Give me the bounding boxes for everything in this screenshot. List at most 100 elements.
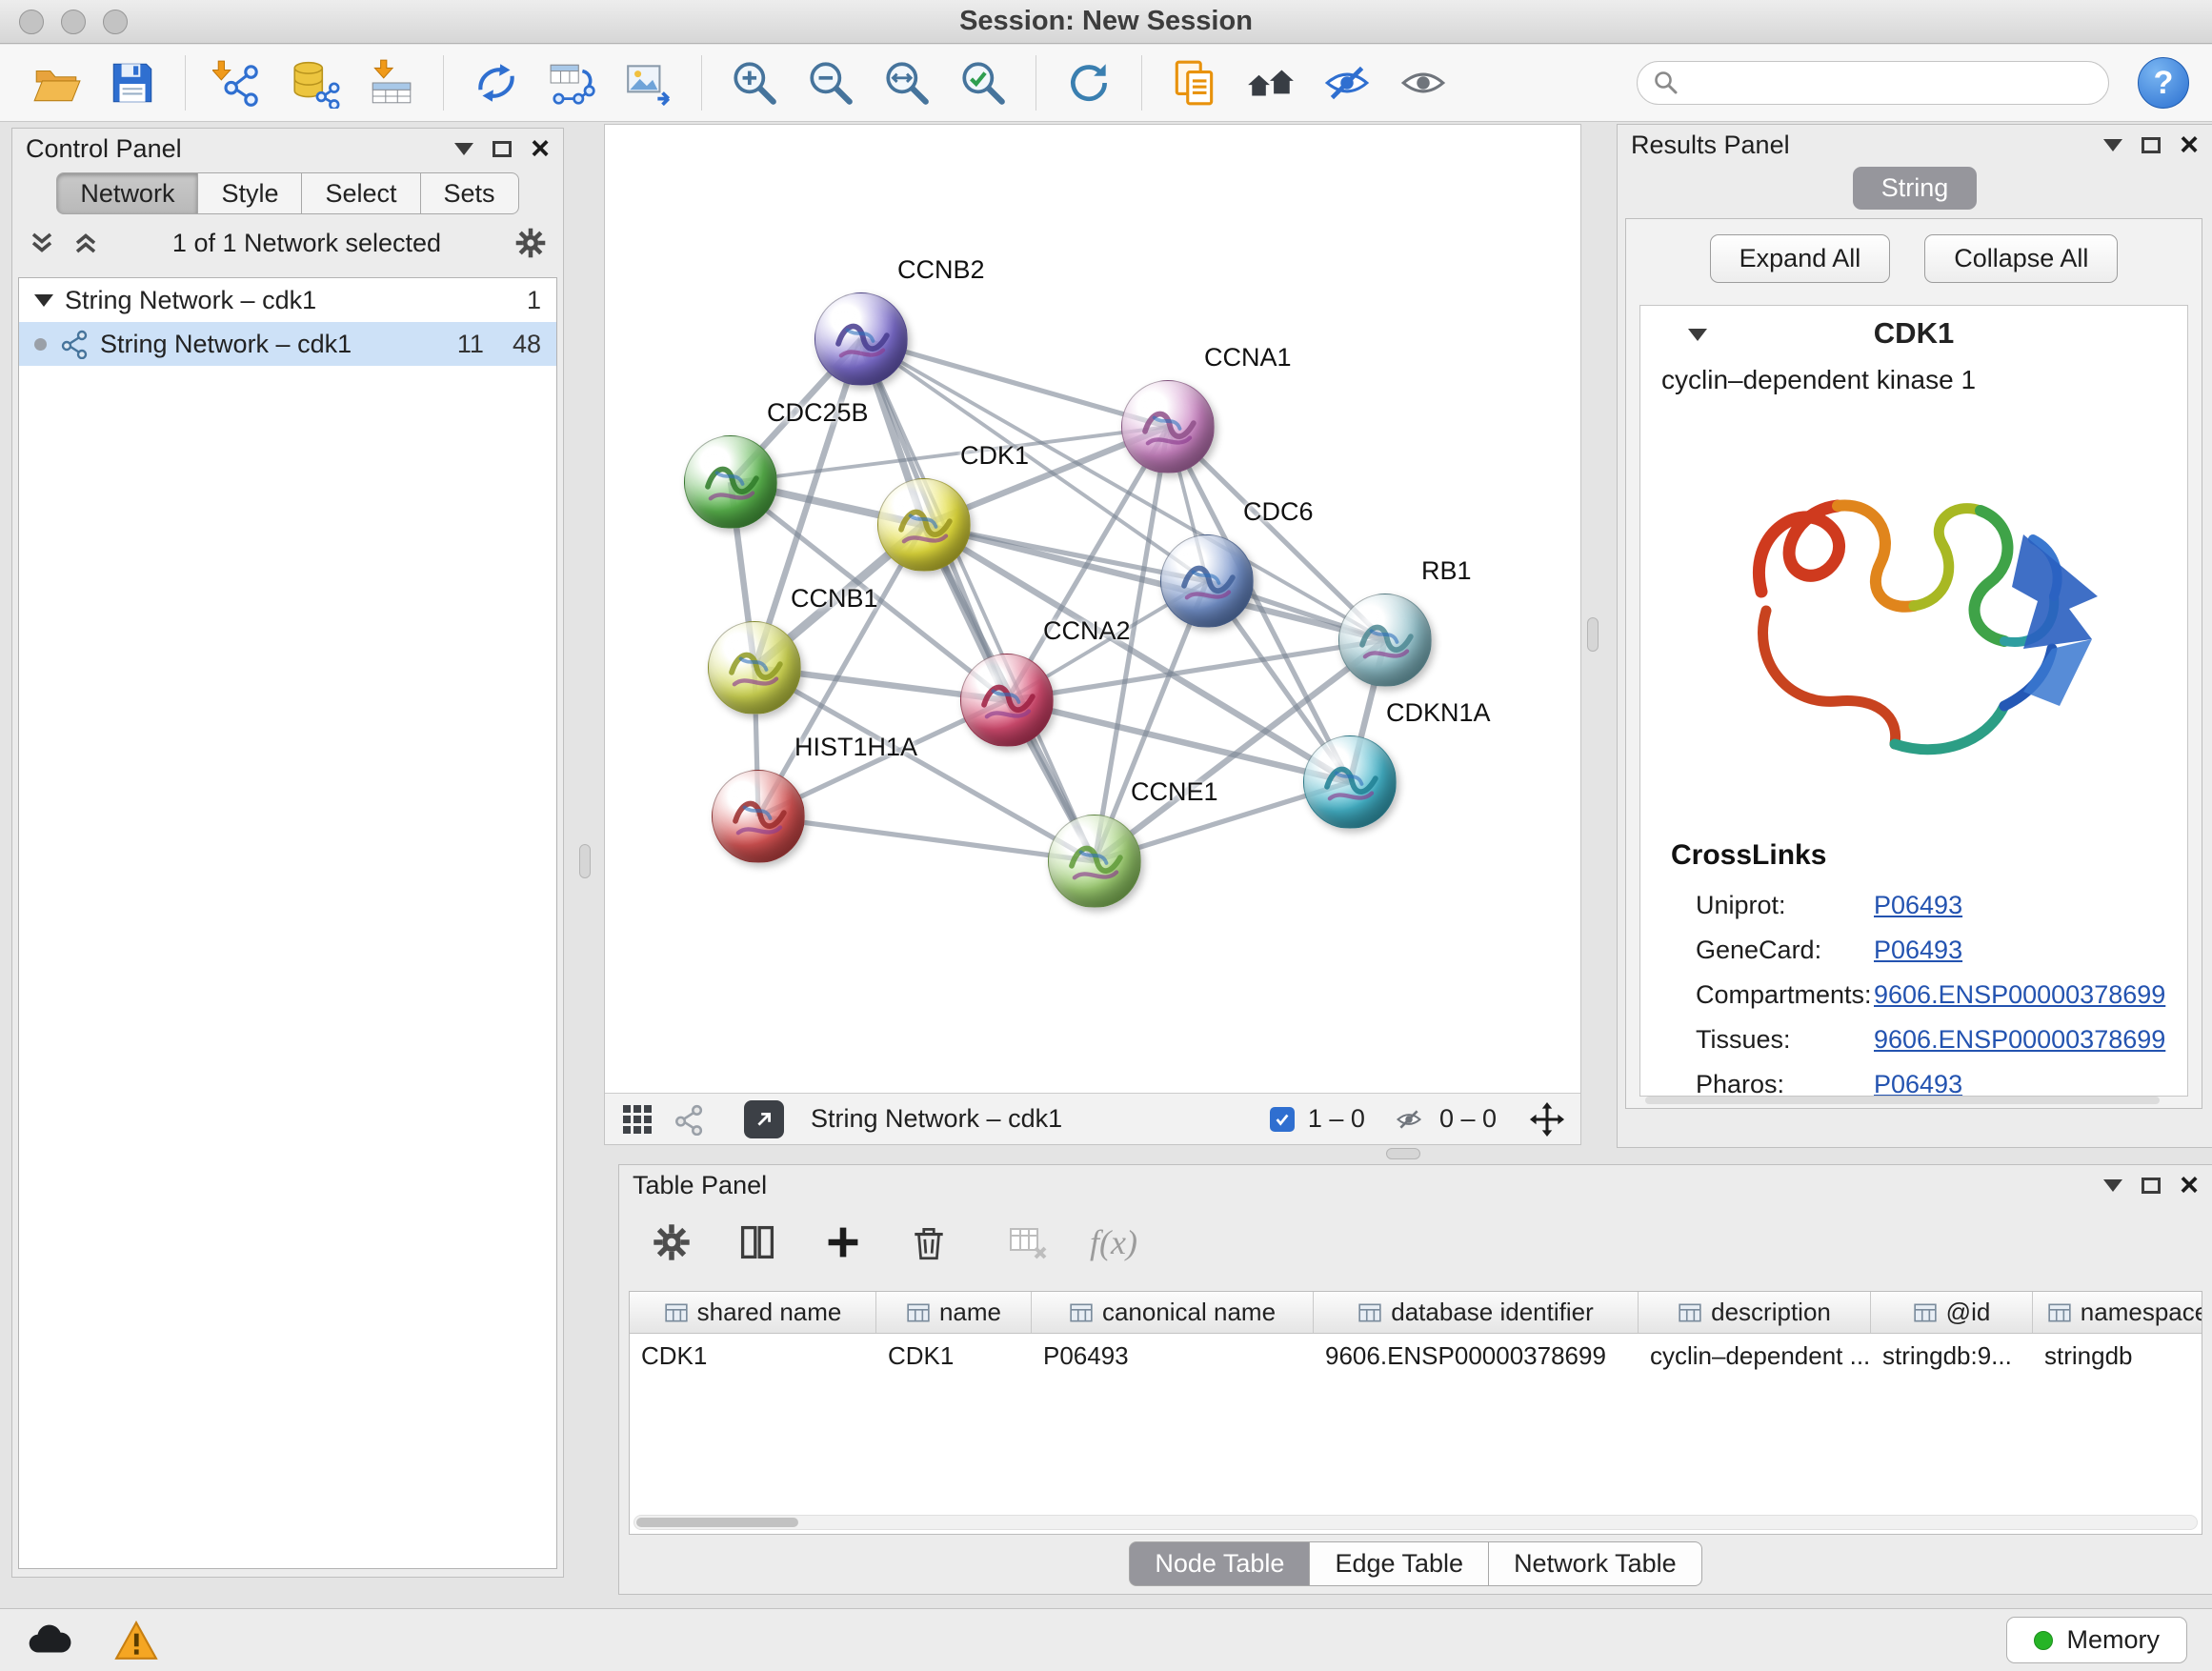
network-node-ccne1[interactable] [1048, 815, 1141, 908]
gear-icon[interactable] [513, 226, 548, 260]
panel-close-icon[interactable]: × [2180, 129, 2199, 161]
left-splitter-handle[interactable] [579, 844, 591, 878]
network-collection-row[interactable]: String Network – cdk1 1 [19, 278, 556, 322]
control-panel-header: Control Panel × [12, 129, 563, 169]
search-input[interactable] [1691, 69, 2093, 98]
network-canvas[interactable]: CCNB2CCNA1CDC25BCDK1CDC6RB1CCNB1CCNA2CDK… [605, 125, 1580, 1093]
column-header-shared-name[interactable]: shared name [630, 1292, 876, 1333]
network-node-ccnb2[interactable] [814, 292, 908, 386]
panel-menu-icon[interactable] [454, 143, 473, 155]
selected-checkbox[interactable] [1270, 1107, 1295, 1132]
fit-content-icon[interactable] [1529, 1101, 1565, 1137]
birdseye-view-icon[interactable] [672, 1103, 704, 1136]
zoom-out-button[interactable] [797, 51, 864, 114]
minimize-window-button[interactable] [61, 10, 86, 34]
tree-expand-icon[interactable] [34, 294, 53, 307]
crosslink-link[interactable]: P06493 [1874, 891, 1962, 920]
tab-node-table[interactable]: Node Table [1129, 1541, 1310, 1586]
copy-button[interactable] [1161, 51, 1228, 114]
zoom-selected-button[interactable] [950, 51, 1016, 114]
column-header-namespace[interactable]: namespace [2033, 1292, 2202, 1333]
column-header-canonical-name[interactable]: canonical name [1032, 1292, 1314, 1333]
table-row[interactable]: CDK1CDK1P064939606.ENSP00000378699cyclin… [630, 1334, 2202, 1376]
network-node-cdc6[interactable] [1160, 534, 1254, 628]
network-node-cdc25b[interactable] [684, 435, 777, 529]
help-button[interactable]: ? [2138, 57, 2189, 109]
tab-network[interactable]: Network [56, 172, 198, 214]
panel-menu-icon[interactable] [2103, 139, 2122, 151]
import-network-button[interactable] [205, 51, 271, 114]
zoom-in-button[interactable] [721, 51, 788, 114]
tab-string[interactable]: String [1853, 167, 1978, 210]
column-header-description[interactable]: description [1639, 1292, 1871, 1333]
crosslink-link[interactable]: P06493 [1874, 936, 1962, 965]
network-node-label: CCNE1 [1131, 777, 1218, 807]
crosslink-link[interactable]: P06493 [1874, 1070, 1962, 1097]
grid-view-icon[interactable] [620, 1102, 654, 1137]
results-hscrollbar[interactable] [1645, 1097, 2160, 1104]
table-hscrollbar-thumb[interactable] [636, 1518, 798, 1527]
warning-icon[interactable] [114, 1621, 158, 1661]
save-session-button[interactable] [99, 51, 166, 114]
gene-card-header[interactable]: CDK1 [1640, 306, 2187, 361]
panel-close-icon[interactable]: × [531, 132, 550, 165]
crosslink-link[interactable]: 9606.ENSP00000378699 [1874, 980, 2165, 1010]
collapse-all-icon[interactable] [28, 229, 56, 257]
cloud-icon[interactable] [25, 1623, 72, 1658]
refresh-button[interactable] [1056, 51, 1122, 114]
control-panel-header-icons: × [454, 132, 550, 165]
network-node-ccna2[interactable] [960, 654, 1054, 747]
collapse-all-button[interactable]: Collapse All [1924, 234, 2118, 283]
table-settings-button[interactable] [648, 1218, 695, 1266]
delete-column-button[interactable] [905, 1218, 953, 1266]
table-hscrollbar[interactable] [633, 1515, 2198, 1530]
network-node-ccnb1[interactable] [708, 621, 801, 715]
column-header-label: shared name [697, 1298, 842, 1327]
network-from-table-button[interactable] [539, 51, 606, 114]
right-splitter-handle[interactable] [1587, 617, 1599, 652]
panel-close-icon[interactable]: × [2180, 1169, 2199, 1201]
panel-float-icon[interactable] [493, 141, 512, 157]
panel-float-icon[interactable] [2142, 1178, 2161, 1194]
refresh-icon [1063, 57, 1115, 109]
network-node-cdk1[interactable] [877, 478, 971, 572]
home-button[interactable] [1237, 51, 1304, 114]
network-node-ccna1[interactable] [1121, 380, 1215, 473]
collapse-section-icon[interactable] [1688, 329, 1707, 341]
show-columns-button[interactable] [734, 1218, 781, 1266]
column-header-name[interactable]: name [876, 1292, 1032, 1333]
close-window-button[interactable] [19, 10, 44, 34]
hidden-eye-icon[interactable] [1392, 1105, 1426, 1134]
expand-all-icon[interactable] [71, 229, 100, 257]
import-database-button[interactable] [281, 51, 348, 114]
network-row-label: String Network – cdk1 [100, 330, 352, 359]
show-eye-button[interactable] [1390, 51, 1457, 114]
maximize-window-button[interactable] [103, 10, 128, 34]
tab-network-table[interactable]: Network Table [1489, 1541, 1702, 1586]
open-in-new-window-button[interactable] [744, 1100, 784, 1138]
network-node-rb1[interactable] [1338, 594, 1432, 687]
tab-sets[interactable]: Sets [421, 172, 519, 214]
expand-all-button[interactable]: Expand All [1710, 234, 1891, 283]
network-node-cdkn1a[interactable] [1303, 735, 1397, 829]
crosslink-link[interactable]: 9606.ENSP00000378699 [1874, 1025, 2165, 1055]
tab-style[interactable]: Style [198, 172, 302, 214]
function-builder-button: f(x) [1090, 1222, 1137, 1262]
column-header--id[interactable]: @id [1871, 1292, 2033, 1333]
network-node-hist1h1a[interactable] [712, 770, 805, 863]
hide-eye-button[interactable] [1314, 51, 1380, 114]
memory-button[interactable]: Memory [2006, 1617, 2187, 1663]
tab-select[interactable]: Select [302, 172, 420, 214]
column-header-database-identifier[interactable]: database identifier [1314, 1292, 1639, 1333]
network-row[interactable]: String Network – cdk1 11 48 [19, 322, 556, 366]
tab-edge-table[interactable]: Edge Table [1310, 1541, 1489, 1586]
zoom-fit-button[interactable] [874, 51, 940, 114]
panel-float-icon[interactable] [2142, 137, 2161, 153]
import-table-button[interactable] [357, 51, 424, 114]
create-column-button[interactable] [819, 1218, 867, 1266]
panel-menu-icon[interactable] [2103, 1179, 2122, 1192]
clone-network-button[interactable] [463, 51, 530, 114]
open-session-button[interactable] [23, 51, 90, 114]
bottom-splitter-handle[interactable] [1386, 1148, 1420, 1159]
export-image-button[interactable] [615, 51, 682, 114]
